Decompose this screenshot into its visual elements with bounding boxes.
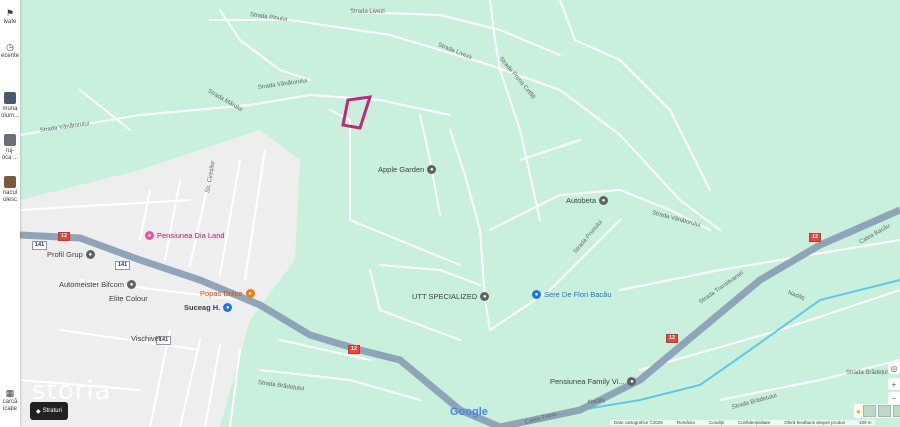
plus-icon: + [891,379,897,389]
car-icon: ● [599,196,609,205]
sidebar-item-label: ruj- oca ... [1,148,19,161]
place-automeister-bifcom[interactable]: Automeister Bifcom ● [59,280,137,289]
sidebar: ⚑ lvate ◷ ecente muna olum... ruj- oca .… [0,0,20,427]
place-label: Sere De Flori Bacău [544,290,612,299]
minus-icon: − [891,393,897,403]
google-logo: Google [450,406,488,418]
place-thumbnail [4,92,16,104]
place-label: Elite Colour [109,294,148,303]
place-label: Automeister Bifcom [59,280,125,289]
footer-scale[interactable]: 100 m [859,420,872,425]
street-label: Strada Livezi [350,9,385,15]
footer-terms[interactable]: Condiții [709,420,724,425]
place-label: Apple Garden [378,165,425,174]
map-svg [20,0,900,427]
zoom-out-button[interactable]: − [888,392,900,404]
restaurant-icon: ● [427,165,437,174]
hotel-icon: ● [627,377,637,386]
bus-stop-icon: ● [223,303,233,312]
place-thumbnail [4,134,16,146]
imagery-thumb[interactable] [877,405,891,417]
place-label: Pensiunea Family Vi... [550,377,625,386]
place-label: Pensiunea Dia Land [157,231,225,240]
food-icon: ● [245,289,255,298]
imagery-thumb[interactable] [892,405,900,417]
footer-country[interactable]: România [677,420,695,425]
place-label: UTT SPECIALIZED [412,292,478,301]
sidebar-item-label: nacul ulesc [2,190,18,203]
place-pensiunea-family[interactable]: Pensiunea Family Vi... ● [550,377,637,386]
shop-icon: ● [85,250,95,259]
place-label: Suceag H. [184,303,221,312]
place-thumbnail [4,176,16,188]
road-shield: 12 [666,334,679,343]
sidebar-bottom-label: carcă icație [2,399,18,412]
car-icon: ● [127,280,137,289]
place-vischivet[interactable]: Vischivet [131,334,161,343]
place-elite-colour[interactable]: Elite Colour [109,294,148,303]
road-shield: 141 [32,241,48,250]
sidebar-item-recent-1[interactable]: muna olum... [0,92,20,120]
place-apple-garden[interactable]: Apple Garden ● [378,165,437,174]
road-shield: 12 [809,233,822,242]
pegman-icon: ● [856,406,861,416]
sidebar-item-recent[interactable]: ◷ ecente [0,42,20,60]
layers-button[interactable]: ◆ Straturi [30,402,68,420]
sidebar-item-recent-2[interactable]: ruj- oca ... [0,134,20,162]
footer-privacy[interactable]: Confidențialitate [738,420,770,425]
sidebar-item-bottom[interactable]: ▦ carcă icație [0,388,20,413]
zoom-in-button[interactable]: + [888,378,900,390]
layers-icon: ◆ [36,408,41,415]
layers-button-label: Straturi [42,408,62,414]
road-shield: 12 [58,232,71,241]
place-autobeta[interactable]: Autobeta ● [566,196,609,205]
sidebar-recent-label: ecente [0,53,19,59]
shop-icon: ● [480,292,490,301]
street-label: Strada Brădețului [846,370,893,376]
flower-shop-icon: ● [532,290,541,299]
place-suceag[interactable]: Suceag H. ● [184,303,233,312]
place-utt-specialized[interactable]: UTT SPECIALIZED ● [412,292,490,301]
google-logo-text: Google [450,406,488,418]
map-canvas[interactable]: Strada Livezi Strada Livezii Strada Pinu… [20,0,900,427]
place-popas-dulce[interactable]: Popas Dulce ● [200,289,255,298]
highway-main-east [499,206,900,427]
place-sere-de-flori[interactable]: ● Sere De Flori Bacău [532,290,612,299]
footer-feedback[interactable]: Oferă feedback despre produs [784,420,845,425]
place-label: Popas Dulce [200,289,243,298]
sidebar-item-label: muna olum... [0,106,19,119]
hotel-icon: ● [145,231,154,240]
bookmark-icon: ⚑ [5,8,15,18]
place-profil-grup[interactable]: Profil Grup ● [47,250,95,259]
my-location-button[interactable]: ◎ [888,362,900,374]
map-footer: Date cartografice ©2025 România Condiții… [610,420,876,425]
place-label: Autobeta [566,196,597,205]
imagery-thumb[interactable] [862,405,876,417]
sidebar-item-saved[interactable]: ⚑ lvate [0,8,20,26]
place-label: Vischivet [131,334,161,343]
place-label: Profil Grup [47,250,83,259]
road-shield: 141 [115,261,131,270]
location-icon: ◎ [890,363,898,373]
property-outline [341,95,373,130]
sidebar-saved-label: lvate [3,19,17,25]
place-pensiunea-dia-land[interactable]: ● Pensiunea Dia Land [145,231,225,240]
road-shield: 12 [348,345,361,354]
imagery-thumbnails[interactable]: ● ⇧ [854,404,900,418]
sidebar-item-recent-3[interactable]: nacul ulesc [0,176,20,204]
footer-copyright: Date cartografice ©2025 [614,420,663,425]
layers-icon: ▦ [5,388,15,398]
history-icon: ◷ [6,42,14,52]
